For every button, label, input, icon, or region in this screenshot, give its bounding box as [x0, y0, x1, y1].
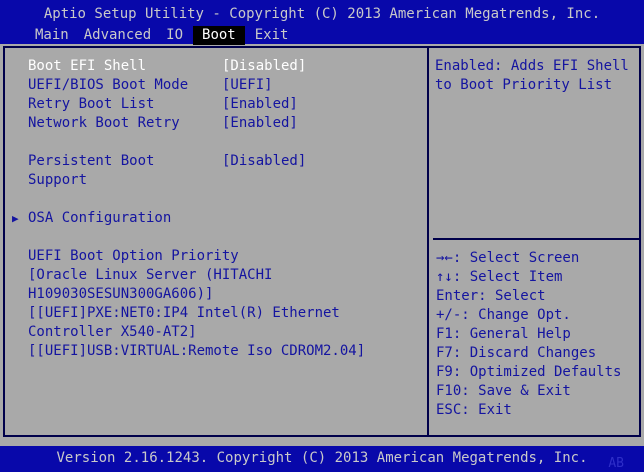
- setting-value[interactable]: [Disabled]: [222, 57, 306, 76]
- setting-value[interactable]: [Enabled]: [222, 114, 298, 133]
- setting-value[interactable]: [Disabled]: [222, 152, 306, 171]
- setting-row[interactable]: Network Boot Retry [Enabled]: [5, 114, 418, 133]
- setting-label: UEFI/BIOS Boot Mode: [28, 77, 189, 93]
- menu-bar: Main Advanced IO Boot Exit: [0, 26, 644, 45]
- item-help-text: Enabled: Adds EFI Shell to Boot Priority…: [435, 58, 629, 93]
- menu-tab-boot[interactable]: Boot: [193, 26, 245, 45]
- setting-row[interactable]: Persistent Boot Support [Disabled]: [5, 152, 418, 190]
- key-hint: ↑↓: Select Item: [436, 269, 563, 285]
- setting-row[interactable]: UEFI/BIOS Boot Mode [UEFI]: [5, 76, 418, 95]
- key-hint: F9: Optimized Defaults: [436, 364, 622, 380]
- boot-priority-heading: UEFI Boot Option Priority: [28, 248, 239, 264]
- app-title: Aptio Setup Utility - Copyright (C) 2013…: [43, 6, 601, 22]
- menu-tab-exit[interactable]: Exit: [250, 26, 294, 45]
- setting-row[interactable]: Boot EFI Shell [Disabled]: [5, 57, 418, 76]
- menu-tab-advanced[interactable]: Advanced: [79, 26, 156, 45]
- setting-label: Network Boot Retry: [28, 115, 180, 131]
- menu-tab-main[interactable]: Main: [30, 26, 74, 45]
- setting-label: Persistent Boot Support: [28, 153, 155, 188]
- key-hint: F10: Save & Exit: [436, 383, 571, 399]
- setting-label: Retry Boot List: [28, 96, 155, 112]
- footer-bar: Version 2.16.1243. Copyright (C) 2013 Am…: [0, 446, 644, 472]
- key-hint: Enter: Select: [436, 288, 546, 304]
- boot-priority-entry[interactable]: [[UEFI]PXE:NET0:IP4 Intel(R) Ethernet Co…: [28, 304, 420, 342]
- key-legend: →←: Select Screen ↑↓: Select Item Enter: S…: [433, 238, 639, 435]
- key-hint: +/-: Change Opt.: [436, 307, 571, 323]
- setting-label: Boot EFI Shell: [28, 58, 147, 74]
- submenu-label: OSA Configuration: [28, 210, 172, 226]
- setting-value[interactable]: [UEFI]: [222, 76, 273, 95]
- settings-panel: Boot EFI Shell [Disabled] UEFI/BIOS Boot M…: [5, 48, 429, 435]
- version-text: Version 2.16.1243. Copyright (C) 2013 Am…: [56, 450, 588, 466]
- submenu-row-osa-configuration[interactable]: ▶ OSA Configuration: [5, 209, 418, 228]
- key-hint: F1: General Help: [436, 326, 571, 342]
- setting-value[interactable]: [Enabled]: [222, 95, 298, 114]
- boot-priority-entry[interactable]: [[UEFI]USB:VIRTUAL:Remote Iso CDROM2.04]: [28, 342, 420, 361]
- title-bar: Aptio Setup Utility - Copyright (C) 2013…: [0, 0, 644, 45]
- main-panel: Boot EFI Shell [Disabled] UEFI/BIOS Boot M…: [3, 46, 641, 437]
- submenu-arrow-icon: ▶: [12, 212, 19, 225]
- setting-row[interactable]: Retry Boot List [Enabled]: [5, 95, 418, 114]
- menu-tab-io[interactable]: IO: [161, 26, 188, 45]
- key-hint: →←: Select Screen: [436, 250, 580, 266]
- key-hint: F7: Discard Changes: [436, 345, 597, 361]
- help-panel: Enabled: Adds EFI Shell to Boot Priority…: [429, 48, 639, 435]
- boot-priority-entry[interactable]: [Oracle Linux Server (HITACHI H109030SES…: [28, 266, 420, 304]
- key-hint: ESC: Exit: [436, 402, 512, 418]
- watermark-text: AB: [608, 456, 624, 471]
